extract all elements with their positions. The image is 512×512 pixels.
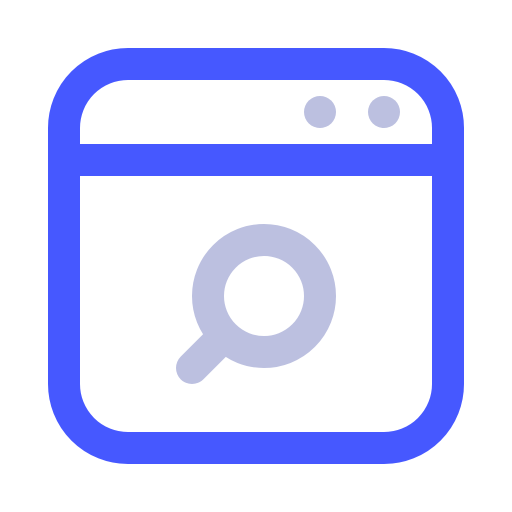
browser-search-icon-svg (48, 48, 464, 464)
window-dot-right (368, 96, 400, 128)
magnifier-handle (176, 326, 234, 384)
magnifier-icon (176, 224, 336, 384)
browser-search-icon (0, 0, 512, 512)
window-dot-left (304, 96, 336, 128)
